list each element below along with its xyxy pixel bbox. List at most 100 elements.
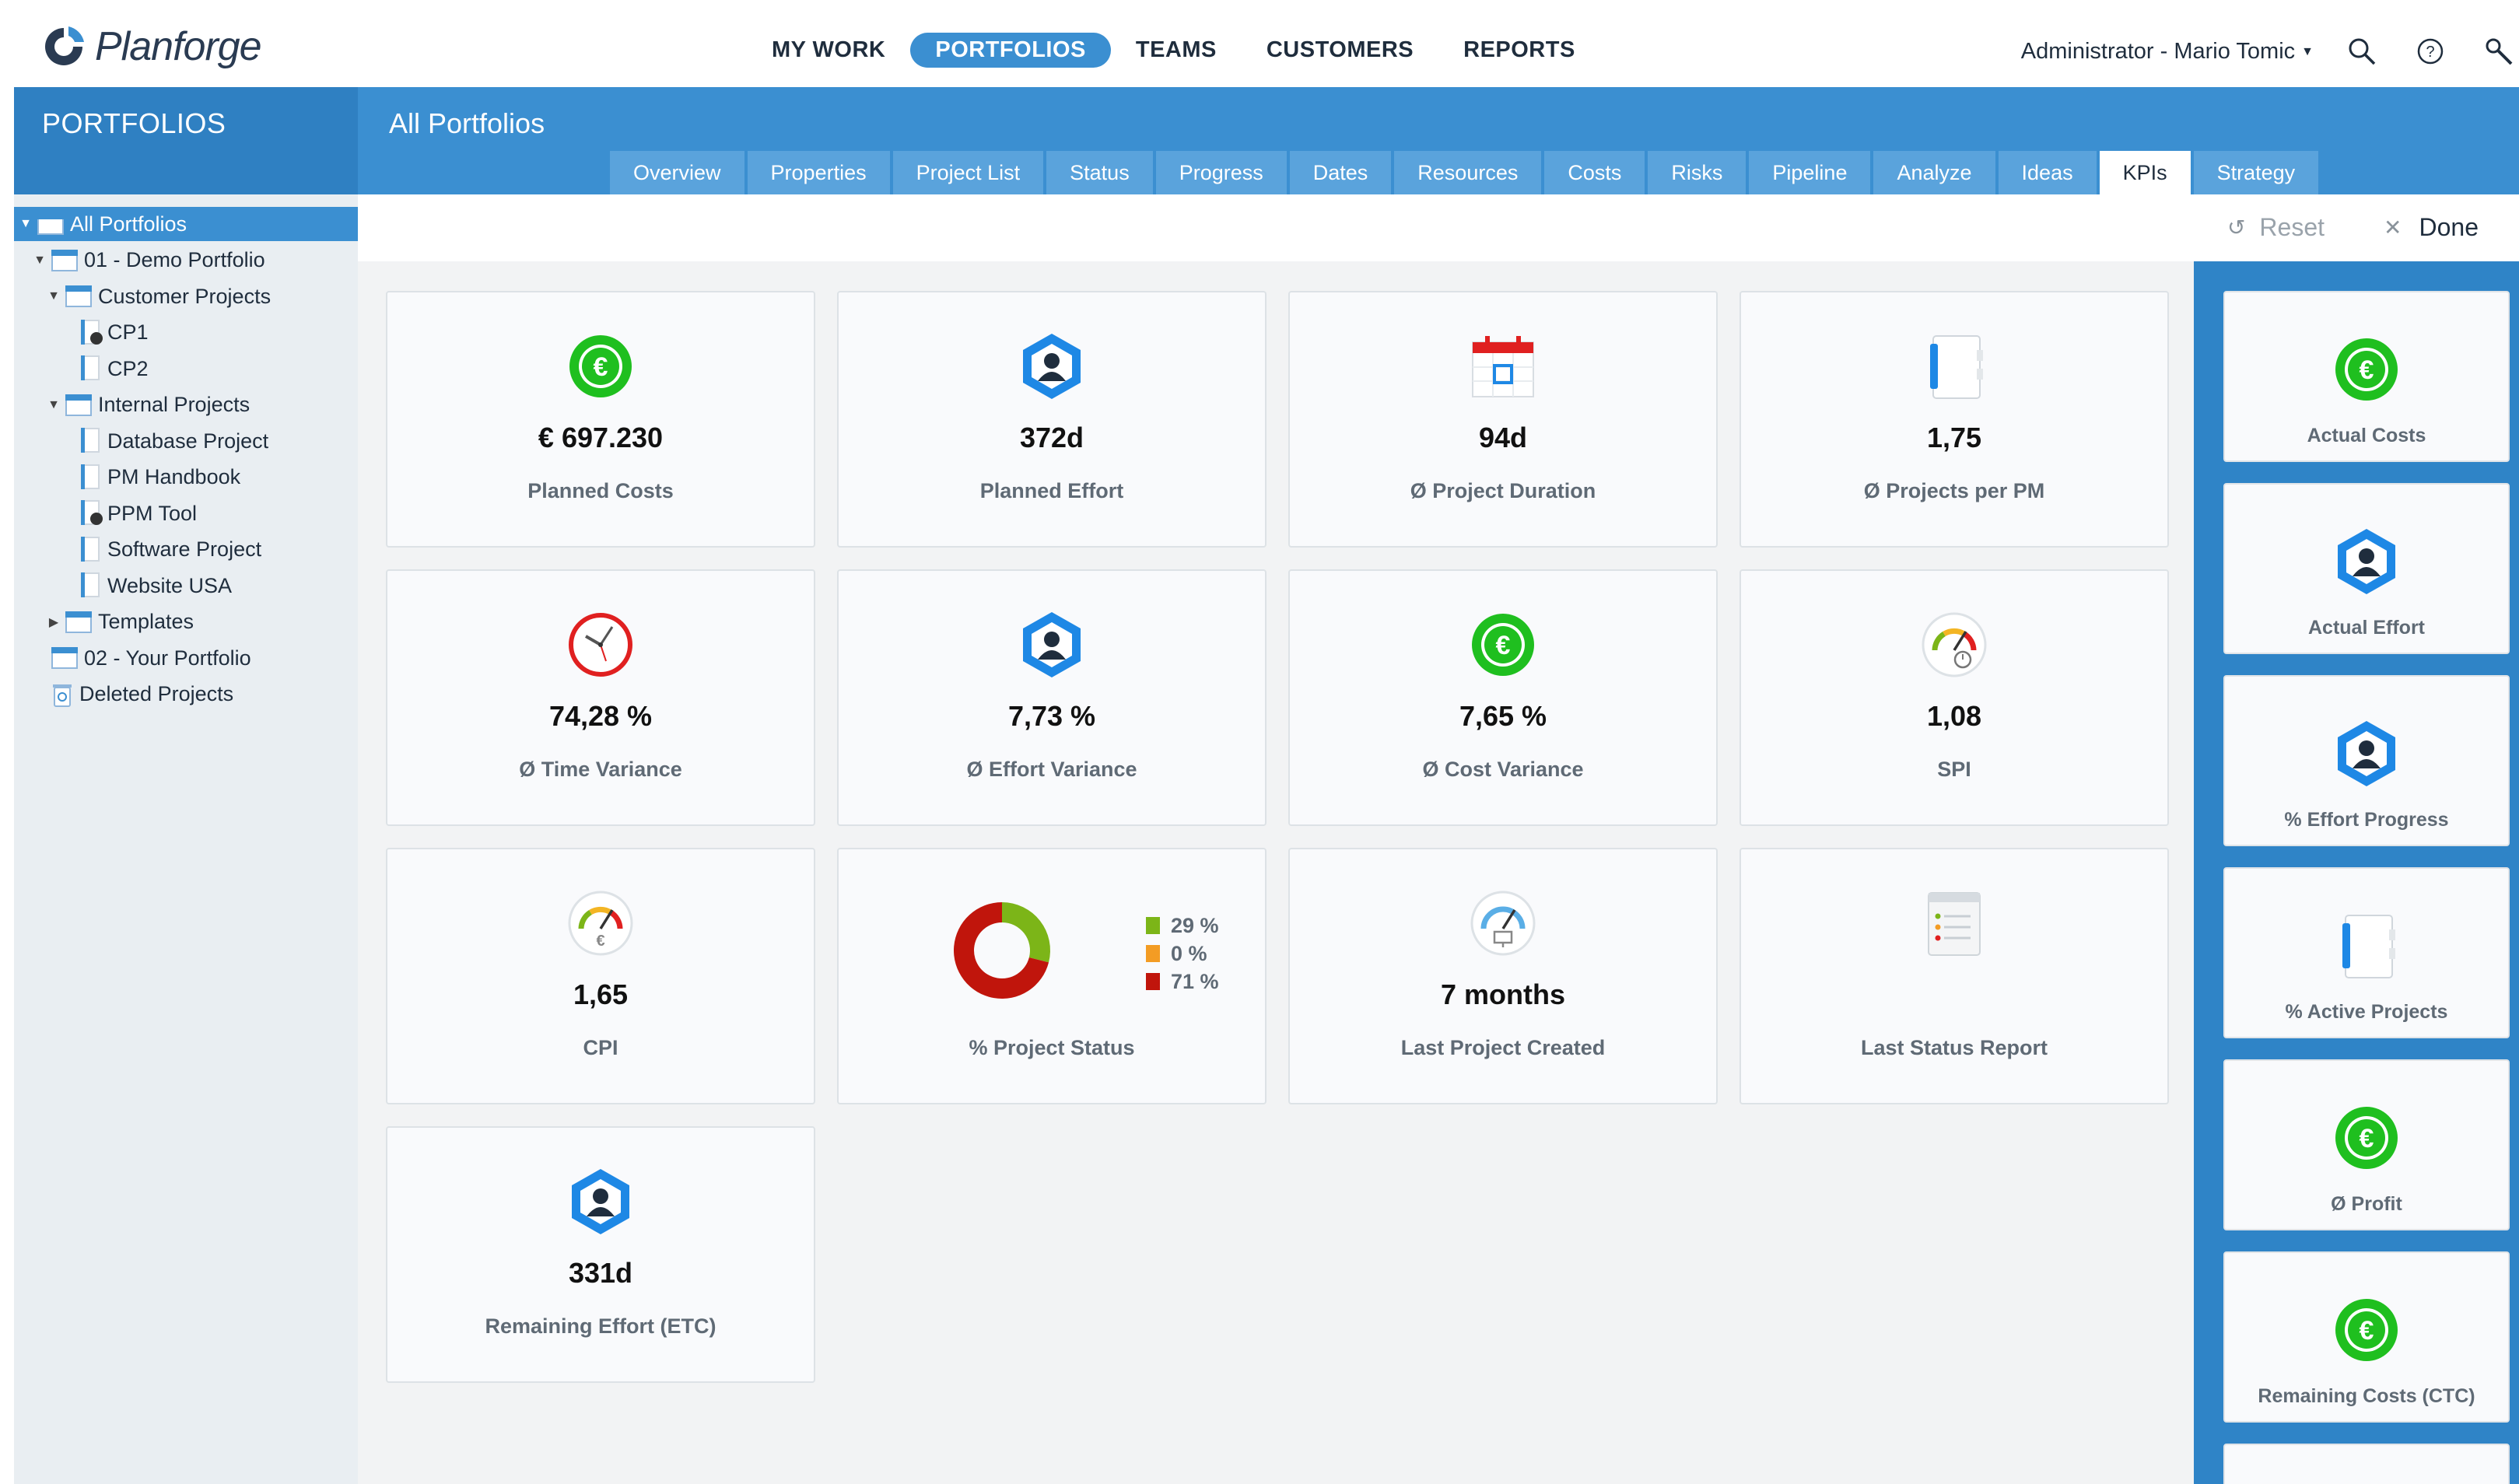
- legend-item: 71 %: [1146, 968, 1219, 996]
- tab-status[interactable]: Status: [1046, 151, 1153, 194]
- user-name: Administrator - Mario Tomic: [2020, 38, 2296, 64]
- tab-analyze[interactable]: Analyze: [1873, 151, 1995, 194]
- tab-properties[interactable]: Properties: [747, 151, 890, 194]
- kpi-card[interactable]: 1,75 Ø Projects per PM: [1739, 291, 2169, 548]
- section-header: PORTFOLIOS: [14, 87, 358, 194]
- tab-ideas[interactable]: Ideas: [1998, 151, 2097, 194]
- project-icon: [79, 536, 101, 563]
- kpi-value: € 697.230: [538, 422, 664, 453]
- palette-kpi-card[interactable]: [2223, 1444, 2510, 1484]
- tree-item[interactable]: CP1: [14, 316, 358, 350]
- report-icon: [1928, 892, 1981, 956]
- palette-kpi-card[interactable]: % Effort Progress: [2223, 675, 2510, 846]
- tree-item[interactable]: ▶ Templates: [14, 605, 358, 639]
- done-button[interactable]: ✕ Done: [2384, 213, 2479, 242]
- calendar-icon: [1472, 336, 1534, 397]
- tree-item-label: Database Project: [107, 429, 269, 453]
- expanded-triangle-icon[interactable]: ▼: [33, 254, 47, 268]
- portfolio-folder-icon: [65, 394, 93, 416]
- palette-kpi-card[interactable]: € Remaining Costs (CTC): [2223, 1251, 2510, 1423]
- section-title: PORTFOLIOS: [42, 107, 226, 139]
- legend-swatch: [1146, 973, 1160, 990]
- palette-kpi-card[interactable]: € Actual Costs: [2223, 291, 2510, 462]
- nav-item-portfolios[interactable]: PORTFOLIOS: [910, 33, 1111, 68]
- tab-overview[interactable]: Overview: [610, 151, 744, 194]
- tree-item[interactable]: Deleted Projects: [14, 677, 358, 712]
- kpi-card[interactable]: €1,65 CPI: [386, 848, 815, 1104]
- tab-strategy[interactable]: Strategy: [2193, 151, 2319, 194]
- clock-icon: [569, 613, 632, 677]
- tree-item[interactable]: Website USA: [14, 569, 358, 603]
- kpi-card[interactable]: 29 % 0 % 71 % % Project Status: [837, 848, 1267, 1104]
- portfolio-folder-icon: [37, 213, 65, 235]
- reset-button[interactable]: ↺ Reset: [2227, 213, 2325, 242]
- nav-item-teams[interactable]: TEAMS: [1111, 33, 1242, 68]
- nav-item-reports[interactable]: REPORTS: [1438, 33, 1600, 68]
- legend-item: 29 %: [1146, 912, 1219, 940]
- kpi-card[interactable]: 74,28 % Ø Time Variance: [386, 569, 815, 826]
- tree-item-label: CP1: [107, 320, 149, 344]
- logo[interactable]: Planforge: [40, 23, 262, 70]
- kpi-card[interactable]: 7 months Last Project Created: [1288, 848, 1718, 1104]
- tree-item[interactable]: ▼ Internal Projects: [14, 388, 358, 422]
- tree-item[interactable]: CP2: [14, 352, 358, 386]
- kpi-card[interactable]: Last Status Report: [1739, 848, 2169, 1104]
- kpi-card[interactable]: 372d Planned Effort: [837, 291, 1267, 548]
- search-icon[interactable]: [2345, 34, 2379, 68]
- euro-icon: €: [2335, 1107, 2398, 1169]
- kpi-card[interactable]: 94d Ø Project Duration: [1288, 291, 1718, 548]
- tab-progress[interactable]: Progress: [1155, 151, 1287, 194]
- kpi-card[interactable]: 331d Remaining Effort (ETC): [386, 1126, 815, 1383]
- collapsed-triangle-icon[interactable]: ▶: [47, 614, 61, 630]
- gauge-monitor-icon: [1470, 891, 1536, 956]
- gauge-euro-icon: €: [568, 891, 633, 956]
- tab-project-list[interactable]: Project List: [892, 151, 1044, 194]
- tab-kpis[interactable]: KPIs: [2099, 151, 2191, 194]
- kpi-value: 94d: [1478, 422, 1528, 453]
- svg-text:?: ?: [2426, 44, 2434, 61]
- tree-item[interactable]: ▼ All Portfolios: [14, 207, 358, 241]
- logo-mark-icon: [45, 26, 84, 65]
- help-icon[interactable]: ?: [2413, 34, 2447, 68]
- page-title: All Portfolios: [389, 107, 545, 139]
- project-icon: [79, 464, 101, 491]
- expanded-triangle-icon[interactable]: ▼: [47, 289, 61, 303]
- reset-label: Reset: [2259, 213, 2325, 241]
- tree-item[interactable]: Database Project: [14, 424, 358, 458]
- kpi-card[interactable]: 7,73 % Ø Effort Variance: [837, 569, 1267, 826]
- tab-dates[interactable]: Dates: [1289, 151, 1392, 194]
- tree-item[interactable]: PPM Tool: [14, 496, 358, 530]
- kpi-label: Planned Costs: [527, 479, 674, 502]
- tab-risks[interactable]: Risks: [1648, 151, 1746, 194]
- tree-item[interactable]: ▼ 01 - Demo Portfolio: [14, 243, 358, 278]
- tools-icon[interactable]: [2482, 34, 2516, 68]
- kpi-label: CPI: [583, 1036, 618, 1059]
- expanded-triangle-icon[interactable]: ▼: [47, 398, 61, 412]
- kpi-label: Ø Time Variance: [519, 758, 682, 781]
- expanded-triangle-icon[interactable]: ▼: [19, 217, 33, 231]
- tab-costs[interactable]: Costs: [1544, 151, 1645, 194]
- nav-item-customers[interactable]: CUSTOMERS: [1242, 33, 1438, 68]
- tab-pipeline[interactable]: Pipeline: [1749, 151, 1871, 194]
- kpi-value: 7,65 %: [1459, 700, 1547, 732]
- kpi-card[interactable]: €7,65 % Ø Cost Variance: [1288, 569, 1718, 826]
- tree-item[interactable]: 02 - Your Portfolio: [14, 641, 358, 675]
- tree-item[interactable]: Software Project: [14, 533, 358, 567]
- user-menu[interactable]: Administrator - Mario Tomic ▼: [2021, 39, 2314, 65]
- palette-kpi-card[interactable]: % Active Projects: [2223, 867, 2510, 1038]
- kpi-card[interactable]: 1,08 SPI: [1739, 569, 2169, 826]
- top-bar: Planforge MY WORK PORTFOLIOS TEAMS CUSTOMER…: [0, 0, 2519, 87]
- nav-item-my-work[interactable]: MY WORK: [747, 33, 910, 68]
- kpi-grid: € € 697.230 Planned Costs 372d Planned Effor…: [358, 261, 2194, 1484]
- tree-item-label: PM Handbook: [107, 465, 241, 488]
- kpi-value: 1,65: [573, 978, 629, 1010]
- tree-item[interactable]: PM Handbook: [14, 460, 358, 495]
- kpi-label: Ø Cost Variance: [1422, 758, 1584, 781]
- tab-resources[interactable]: Resources: [1394, 151, 1542, 194]
- person-hex-icon: [1023, 612, 1081, 677]
- palette-kpi-card[interactable]: € Ø Profit: [2223, 1059, 2510, 1230]
- tree-item[interactable]: ▼ Customer Projects: [14, 279, 358, 313]
- palette-kpi-card[interactable]: Actual Effort: [2223, 483, 2510, 654]
- legend-item: 0 %: [1146, 940, 1219, 968]
- kpi-card[interactable]: € € 697.230 Planned Costs: [386, 291, 815, 548]
